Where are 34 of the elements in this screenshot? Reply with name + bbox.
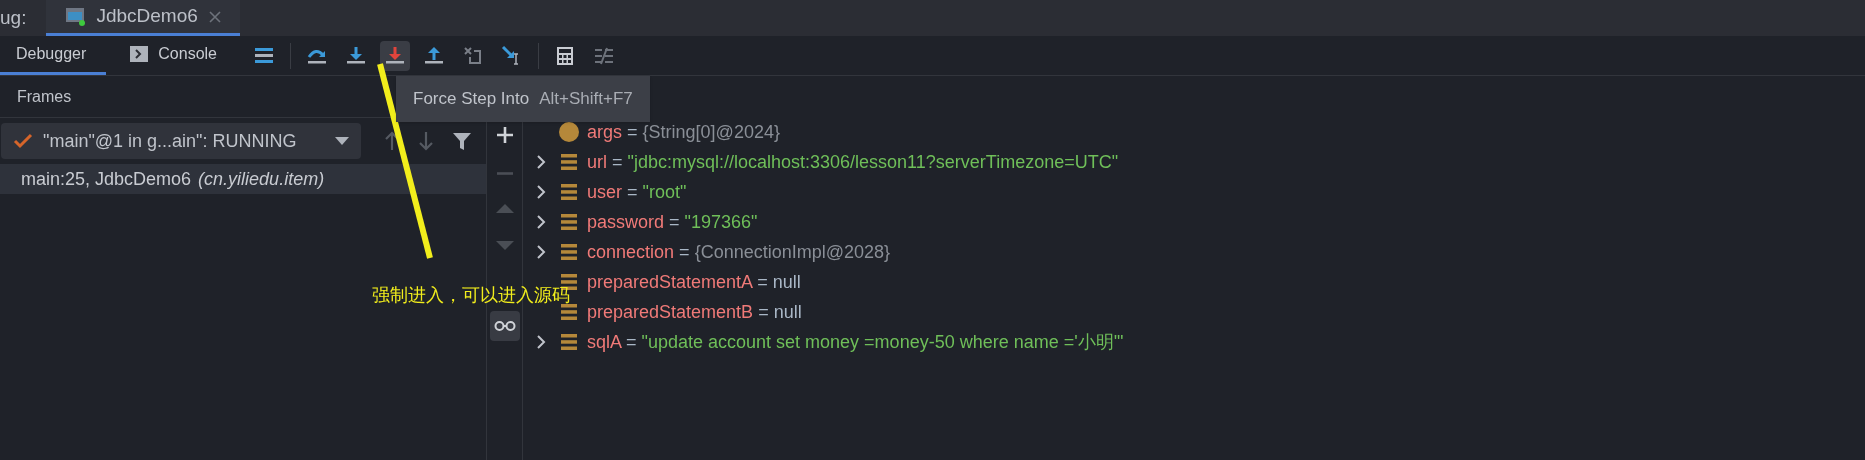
debug-label: ug: — [0, 5, 28, 30]
drop-frame-icon[interactable] — [462, 44, 484, 67]
step-out-icon[interactable] — [423, 44, 445, 67]
variable-entry[interactable]: preparedStatementA = null — [587, 268, 801, 296]
add-icon[interactable] — [495, 126, 514, 144]
close-icon[interactable] — [207, 9, 222, 24]
tooltip-title: Force Step Into — [413, 88, 530, 111]
caret-icon — [335, 137, 349, 145]
variable-entry[interactable]: user = "root" — [587, 178, 687, 206]
annotation-text: 强制进入，可以进入源码 — [372, 283, 570, 307]
shortcut-text: Alt+Shift+F7 — [539, 88, 633, 111]
force-step-into-button[interactable] — [380, 40, 410, 71]
calculator-icon[interactable] — [554, 44, 576, 67]
glasses-icon — [493, 320, 516, 332]
checkmark-icon — [13, 133, 33, 149]
step-into-icon[interactable] — [345, 44, 367, 67]
watches-button[interactable] — [489, 311, 520, 341]
console-icon — [130, 46, 149, 62]
window-icon — [64, 6, 87, 27]
view-tab[interactable]: Console — [106, 36, 241, 75]
variable-entry[interactable]: url = "jdbc:mysql://localhost:3306/lesson11?serverTimezone=UTC" — [587, 148, 1119, 176]
view-tab[interactable]: Debugger — [0, 36, 107, 75]
variable-entry[interactable]: args = {String[0]@2024} — [587, 118, 780, 146]
parameter-icon — [559, 122, 579, 142]
filter-icon[interactable] — [452, 131, 472, 151]
variable-entry[interactable]: connection = {ConnectionImpl@2028} — [587, 238, 891, 266]
force-step-into-icon — [384, 44, 406, 67]
thread-dropdown[interactable]: "main"@1 in g...ain": RUNNING — [1, 123, 361, 159]
variable-entry[interactable]: preparedStatementB = null — [587, 298, 802, 326]
panel-title: Frames — [17, 86, 72, 107]
variable-entry[interactable]: sqlA = "update account set money =money-50 where name ='小明'" — [587, 328, 1124, 356]
session-tab[interactable]: JdbcDemo6 — [46, 0, 240, 36]
frame-item[interactable]: main:25, JdbcDemo6 (cn.yiliedu.item) — [0, 164, 486, 194]
variable-entry[interactable]: password = "197366" — [587, 208, 758, 236]
